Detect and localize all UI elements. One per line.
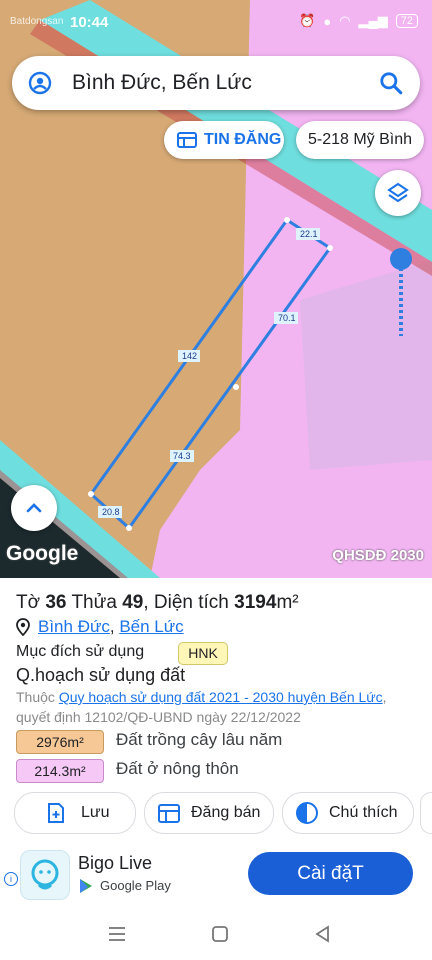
parcel-vertex [284,217,290,223]
alarm-icon: ⏰ [299,13,316,28]
search-icon[interactable] [378,70,404,96]
plot-number: 49 [122,592,144,613]
more-actions-button[interactable] [420,792,432,834]
edge-label: 20.8 [102,507,120,517]
zoom-slider-handle[interactable] [390,248,412,270]
save-label: Lưu [81,804,110,821]
post-sale-button[interactable]: Đăng bán [144,792,274,834]
edge-label: 74.3 [173,451,191,461]
ward-link[interactable]: Bình Đức [38,617,110,637]
ad-banner[interactable]: i Bigo Live Google Play Cài đặT [0,845,432,905]
area-unit: m² [276,592,299,613]
ad-info-icon[interactable]: i [4,872,18,886]
area-value: 3194 [234,592,277,613]
parcel-vertex [233,384,239,390]
legend-button[interactable]: Chú thích [282,792,414,834]
contrast-icon [296,802,318,824]
watermark: Batdongsan [10,16,64,27]
zone-label: Đất trồng cây lâu năm [116,730,283,749]
plot-label: Thửa [71,592,117,613]
expand-button[interactable] [11,485,57,531]
signal-icon: ▂▄▆ [358,13,388,28]
zone-label: Đất ở nông thôn [116,759,239,778]
purpose-label: Mục đích sử dụng [16,643,145,660]
legend-label: Chú thích [329,804,398,821]
plan-decision: quyết định 12102/QĐ-UBND ngày 22/12/2022 [16,709,301,725]
install-button[interactable]: Cài đặT [248,852,413,895]
lot-chip-label: 5-218 Mỹ Bình [307,131,413,148]
search-text[interactable]: Bình Đức, Bến Lức [72,71,252,95]
ad-store: Google Play [100,878,171,893]
sheet-number: 36 [45,592,67,613]
map-pin-icon [16,618,30,636]
system-nav-bar [0,910,432,960]
map-layer-tag: QHSDĐ 2030 [332,547,424,564]
status-time: 10:44 [70,14,109,31]
zone-area-badge: 2976m² [16,730,104,754]
bigo-app-icon [20,850,70,900]
listing-chip[interactable]: TIN ĐĂNG [164,121,284,159]
plan-link[interactable]: Quy hoạch sử dụng đất 2021 - 2030 huyện … [59,689,383,705]
listing-chip-label: TIN ĐĂNG [204,131,282,148]
lot-chip[interactable]: 5-218 Mỹ Bình [296,121,424,159]
location-pin-icon[interactable] [28,71,52,95]
back-icon[interactable] [314,925,330,943]
google-logo: Google [6,542,79,565]
home-icon[interactable] [211,925,229,943]
chevron-up-icon [26,503,42,513]
recent-apps-icon[interactable] [108,926,126,942]
layers-icon [387,182,409,203]
listing-icon [177,132,197,148]
district-link[interactable]: Bến Lức [119,617,183,637]
add-file-icon [48,803,64,823]
wifi-icon: ◠ [339,13,351,28]
zone-area-badge: 214.3m² [16,759,104,783]
parcel-vertex [327,245,333,251]
calendar-icon [158,804,180,823]
plan-description: Thuộc Quy hoạch sử dụng đất 2021 - 2030 … [16,689,387,725]
purpose-badge: HNK [178,642,228,665]
search-bar[interactable]: Bình Đức, Bến Lức [12,56,420,110]
edge-label: 22.1 [300,229,318,239]
layers-button[interactable] [375,170,421,216]
save-button[interactable]: Lưu [14,792,136,834]
parcel-vertex [126,525,132,531]
status-bar: Batdongsan 10:44 ⏰ ● ◠ ▂▄▆ 72 [0,0,432,46]
sheet-label: Tờ [16,592,41,613]
parcel-vertex [88,491,94,497]
edge-label: 142 [182,351,197,361]
parcel-location: Bình Đức, Bến Lức [16,617,184,637]
area-label: Diện tích [153,592,229,613]
plan-heading: Q.hoạch sử dụng đất [16,665,186,685]
edge-label: 70.1 [278,313,296,323]
battery-icon: 72 [395,14,418,28]
location-icon: ● [323,13,332,29]
post-sale-label: Đăng bán [191,804,261,821]
plan-prefix: Thuộc [16,689,55,705]
google-play-icon [80,879,92,893]
ad-app-name: Bigo Live [78,853,153,873]
parcel-title: Tờ 36 Thửa 49, Diện tích 3194m² [16,592,299,613]
